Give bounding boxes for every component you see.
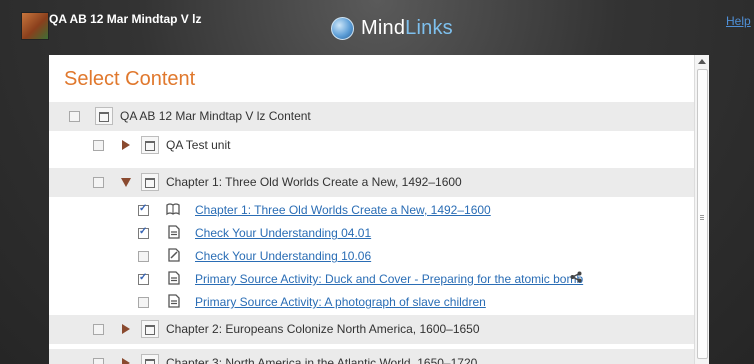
content-link[interactable]: Check Your Understanding 10.06 [195,249,371,263]
row-label: QA AB 12 Mar Mindtap V lz Content [120,109,311,123]
scroll-thumb[interactable] [697,69,708,359]
help-link[interactable]: Help [726,14,751,28]
row-checkbox[interactable] [138,203,149,216]
mindlinks-logo: MindLinks [331,15,453,41]
tree-row-folder: Chapter 1: Three Old Worlds Create a New… [49,168,695,197]
folder-icon [141,136,159,154]
row-label: Chapter 1: Three Old Worlds Create a New… [166,175,462,189]
edit-document-icon [168,248,180,262]
content-link[interactable]: Check Your Understanding 04.01 [195,226,371,240]
folder-icon [141,354,159,364]
content-link[interactable]: Primary Source Activity: A photograph of… [195,295,486,309]
content-link[interactable]: Chapter 1: Three Old Worlds Create a New… [195,203,491,217]
tree-row-folder: Chapter 2: Europeans Colonize North Amer… [49,315,695,344]
course-title: QA AB 12 Mar Mindtap V lz [49,12,202,26]
vertical-scrollbar[interactable] [694,55,709,364]
logo-text: MindLinks [361,17,453,40]
tree-row-folder: QA Test unit [49,131,695,160]
scroll-grip-icon [700,215,704,221]
content-link[interactable]: Primary Source Activity: Duck and Cover … [195,272,583,286]
share-icon[interactable] [570,271,582,283]
row-checkbox[interactable] [138,297,149,308]
row-checkbox[interactable] [138,272,149,285]
row-checkbox[interactable] [93,140,104,151]
folder-icon [141,173,159,191]
row-label: Chapter 2: Europeans Colonize North Amer… [166,322,480,336]
row-checkbox[interactable] [93,358,104,364]
row-checkbox[interactable] [138,226,149,239]
row-checkbox[interactable] [138,251,149,262]
expand-arrow-icon[interactable] [122,140,130,150]
scroll-up-arrow-icon[interactable] [698,59,706,64]
row-label: QA Test unit [166,138,231,152]
collapse-arrow-icon[interactable] [121,178,131,187]
document-icon [168,271,180,285]
row-checkbox[interactable] [93,177,104,188]
tree-row-item: Primary Source Activity: A photograph of… [49,288,695,317]
row-checkbox[interactable] [93,324,104,335]
globe-icon [331,16,354,40]
logo-text-main: Mind [361,16,406,39]
document-icon [168,294,180,308]
row-label: Chapter 3: North America in the Atlantic… [166,356,478,364]
course-thumbnail [21,12,49,40]
document-icon [168,225,180,239]
tree-row-folder: Chapter 3: North America in the Atlantic… [49,349,695,364]
expand-arrow-icon[interactable] [122,324,130,334]
select-content-panel: Select Content QA AB 12 Mar Mindtap V lz… [49,55,709,364]
folder-icon [95,107,113,125]
book-icon [166,203,180,216]
tree-row-root: QA AB 12 Mar Mindtap V lz Content [49,102,695,131]
row-checkbox[interactable] [69,111,80,122]
logo-text-accent: Links [405,16,453,39]
folder-icon [141,320,159,338]
panel-title: Select Content [64,68,196,90]
top-bar: QA AB 12 Mar Mindtap V lz MindLinks Help [0,0,754,42]
expand-arrow-icon[interactable] [122,358,130,364]
